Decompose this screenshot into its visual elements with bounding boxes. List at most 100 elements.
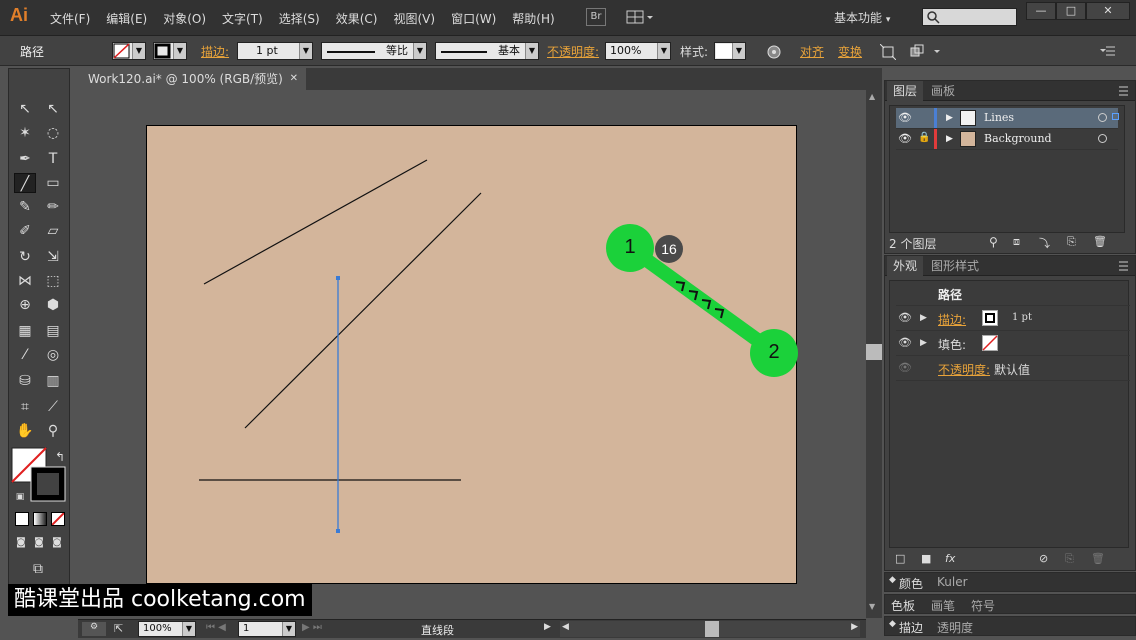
- add-new-stroke-icon[interactable]: □: [895, 552, 905, 565]
- no-fill-swatch-icon[interactable]: [982, 335, 998, 351]
- layer-count: 2 个图层: [889, 237, 937, 251]
- layer-name[interactable]: Background: [984, 132, 1052, 145]
- appearance-panel: 外观 图形样式 路径 👁 ▶ 描边: 1 pt 👁 ▶ 填色: 👁 不透明度: …: [884, 255, 1136, 571]
- delete-item-icon[interactable]: 🗑: [1091, 552, 1105, 565]
- layer-thumbnail: [960, 131, 976, 147]
- vertical-scrollbar[interactable]: ▲ ▼: [866, 90, 882, 618]
- status-menu-icon[interactable]: ⚙: [82, 622, 106, 636]
- layers-panel-tabs: 图层 画板: [885, 81, 1135, 101]
- layers-list: 👁 ▶ Lines 👁 🔒 ▶ Background: [889, 105, 1125, 233]
- callout-end-point: 2: [750, 329, 798, 377]
- zoom-dropdown[interactable]: 100% ▼: [138, 621, 196, 637]
- status-arrow-icon[interactable]: ▶: [544, 622, 551, 632]
- status-bar: ⚙ ⇱ 100% ▼ ⏮ ◀ 1 ▼ ▶ ⏭ 直线段 ▶ ◀ ▶: [78, 619, 866, 638]
- layer-row-lines[interactable]: 👁 ▶ Lines: [896, 108, 1119, 129]
- selection-indicator-icon[interactable]: [1112, 113, 1119, 120]
- line-path-2[interactable]: [244, 192, 482, 429]
- layer-color-bar: [934, 129, 937, 149]
- chevron-down-icon: ▼: [282, 622, 295, 636]
- current-tool-label: 直线段: [421, 624, 454, 637]
- panel-menu-icon[interactable]: [1115, 261, 1129, 271]
- layer-name[interactable]: Lines: [984, 111, 1014, 124]
- tab-stroke[interactable]: 描边: [899, 619, 923, 636]
- chevron-down-icon: ▼: [182, 622, 195, 636]
- callout-start-point: 1: [606, 224, 654, 272]
- delete-layer-icon[interactable]: 🗑: [1093, 235, 1107, 248]
- appearance-title-row: 路径: [896, 281, 1130, 306]
- tab-brushes[interactable]: 画笔: [931, 597, 955, 614]
- layer-color-bar: [934, 108, 937, 128]
- tab-transparency[interactable]: 透明度: [937, 619, 973, 636]
- appearance-fill-row[interactable]: 👁 ▶ 填色:: [896, 331, 1130, 356]
- clear-appearance-icon[interactable]: ⊘: [1039, 552, 1048, 565]
- layers-panel: 图层 画板 👁 ▶ Lines 👁 🔒 ▶ Background 2 个图层 ⚲…: [884, 80, 1136, 254]
- tab-color[interactable]: 颜色: [899, 575, 923, 592]
- layer-row-background[interactable]: 👁 🔒 ▶ Background: [896, 129, 1118, 150]
- tab-kuler[interactable]: Kuler: [937, 575, 968, 589]
- add-new-fill-icon[interactable]: ■: [921, 552, 931, 565]
- tab-swatches[interactable]: 色板: [891, 597, 915, 614]
- next-artboard-icon[interactable]: ▶ ⏭: [302, 622, 322, 633]
- add-new-effect-icon[interactable]: fx: [945, 552, 955, 565]
- stroke-weight-value[interactable]: 1 pt: [1012, 312, 1032, 323]
- new-sublayer-icon[interactable]: ⤵: [1039, 235, 1050, 251]
- scroll-right-icon[interactable]: ▶: [851, 622, 858, 632]
- opacity-value: 默认值: [994, 363, 1031, 377]
- opacity-link[interactable]: 不透明度:: [938, 361, 990, 378]
- swatches-panel-group: 色板 画笔 符号: [884, 594, 1136, 614]
- locate-object-icon[interactable]: ⚲: [989, 235, 998, 249]
- stroke-swatch[interactable]: [982, 310, 998, 326]
- expand-layer-icon[interactable]: ▶: [946, 134, 953, 144]
- tab-graphic-styles[interactable]: 图形样式: [925, 256, 985, 276]
- zoom-value: 100%: [143, 623, 172, 634]
- scroll-thumb[interactable]: [866, 344, 882, 360]
- scroll-left-icon[interactable]: ◀: [562, 622, 569, 632]
- tab-appearance[interactable]: 外观: [887, 256, 924, 276]
- watermark: 酷课堂出品 coolketang.com: [8, 584, 312, 616]
- step-number-badge: 16: [655, 235, 683, 263]
- new-layer-icon[interactable]: ⎘: [1067, 235, 1076, 249]
- tab-artboards[interactable]: 画板: [925, 81, 961, 101]
- first-artboard-icon[interactable]: ⏮ ◀: [206, 622, 226, 633]
- expand-layer-icon[interactable]: ▶: [946, 113, 953, 123]
- scroll-down-icon[interactable]: ▼: [869, 602, 875, 611]
- layer-thumbnail: [960, 110, 976, 126]
- stroke-panel-group: ◆ 描边 透明度: [884, 616, 1136, 636]
- fill-label: 填色:: [938, 338, 967, 352]
- target-icon[interactable]: [1098, 134, 1107, 143]
- visibility-eye-icon[interactable]: 👁: [898, 311, 912, 324]
- expand-icon[interactable]: ▶: [920, 338, 927, 348]
- horizontal-scrollbar[interactable]: ◀ ▶: [560, 621, 860, 637]
- tab-symbols[interactable]: 符号: [971, 597, 995, 614]
- duplicate-item-icon[interactable]: ⎘: [1065, 552, 1074, 566]
- stroke-link[interactable]: 描边:: [938, 311, 966, 328]
- expand-panel-icon[interactable]: ◆: [889, 619, 896, 629]
- visibility-eye-icon[interactable]: 👁: [898, 361, 912, 374]
- line-path-1[interactable]: [203, 159, 428, 285]
- appearance-object-title: 路径: [938, 288, 963, 302]
- tab-layers[interactable]: 图层: [887, 81, 924, 101]
- appearance-list: 路径 👁 ▶ 描边: 1 pt 👁 ▶ 填色: 👁 不透明度: 默认值: [889, 280, 1130, 548]
- hscroll-thumb[interactable]: [705, 621, 719, 637]
- scroll-up-icon[interactable]: ▲: [869, 92, 875, 101]
- expand-icon[interactable]: ▶: [920, 313, 927, 323]
- expand-panel-icon[interactable]: ◆: [889, 575, 896, 585]
- appearance-stroke-row[interactable]: 👁 ▶ 描边: 1 pt: [896, 306, 1130, 331]
- artboard-number-dropdown[interactable]: 1 ▼: [238, 621, 296, 637]
- appearance-opacity-row[interactable]: 👁 不透明度: 默认值: [896, 356, 1130, 381]
- appearance-panel-tabs: 外观 图形样式: [885, 256, 1135, 276]
- artboard-number: 1: [243, 623, 250, 634]
- anchor-point-top[interactable]: [336, 276, 340, 280]
- panel-menu-icon[interactable]: [1115, 86, 1129, 96]
- share-icon[interactable]: ⇱: [114, 622, 123, 635]
- target-icon[interactable]: [1098, 113, 1107, 122]
- visibility-eye-icon[interactable]: 👁: [898, 111, 912, 124]
- make-clipping-mask-icon[interactable]: ⧈: [1013, 235, 1020, 249]
- visibility-eye-icon[interactable]: 👁: [898, 336, 912, 349]
- lock-icon[interactable]: 🔒: [918, 132, 930, 143]
- stroke-swatch-inner: [985, 313, 995, 323]
- visibility-eye-icon[interactable]: 👁: [898, 132, 912, 145]
- anchor-point-bottom[interactable]: [336, 529, 340, 533]
- color-panel-group: ◆ 颜色 Kuler: [884, 572, 1136, 592]
- appearance-toolbar: □ ■ fx ⊘ ⎘ 🗑: [889, 552, 1129, 570]
